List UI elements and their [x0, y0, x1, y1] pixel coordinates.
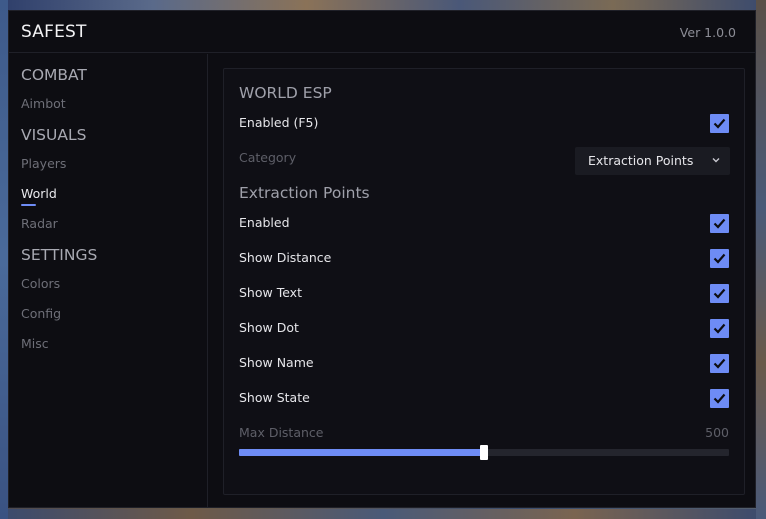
max-distance-label: Max Distance: [239, 425, 324, 440]
check-icon: [713, 118, 726, 129]
sidebar: COMBAT Aimbot VISUALS Players World Rada…: [9, 54, 208, 508]
app-title: SAFEST: [21, 22, 87, 42]
menu-window: SAFEST Ver 1.0.0 COMBAT Aimbot VISUALS P…: [8, 10, 756, 508]
max-distance-value: 500: [705, 425, 729, 440]
section-title-visuals: VISUALS: [21, 126, 87, 144]
show-name-checkbox[interactable]: [710, 354, 729, 373]
check-icon: [713, 218, 726, 229]
slider-handle[interactable]: [480, 445, 488, 460]
sidebar-item-aimbot[interactable]: Aimbot: [21, 96, 66, 111]
show-dot-checkbox[interactable]: [710, 319, 729, 338]
background-image: [0, 509, 766, 519]
world-esp-panel: WORLD ESP Enabled (F5) Category Extracti…: [223, 68, 745, 495]
sidebar-item-world[interactable]: World: [21, 186, 57, 201]
check-icon: [713, 288, 726, 299]
option-label: Show Name: [239, 355, 314, 370]
max-distance-slider[interactable]: [239, 445, 729, 460]
background-image: [0, 0, 8, 519]
enabled-f5-label: Enabled (F5): [239, 115, 319, 130]
sidebar-item-colors[interactable]: Colors: [21, 276, 60, 291]
check-icon: [713, 393, 726, 404]
extraction-points-heading: Extraction Points: [239, 184, 370, 202]
show-state-checkbox[interactable]: [710, 389, 729, 408]
enabled-checkbox[interactable]: [710, 214, 729, 233]
version-label: Ver 1.0.0: [679, 25, 736, 40]
category-label: Category: [239, 150, 297, 165]
category-select[interactable]: Extraction Points: [575, 147, 730, 175]
sidebar-item-misc[interactable]: Misc: [21, 336, 49, 351]
sidebar-item-players[interactable]: Players: [21, 156, 66, 171]
show-distance-checkbox[interactable]: [710, 249, 729, 268]
sidebar-item-config[interactable]: Config: [21, 306, 61, 321]
section-title-combat: COMBAT: [21, 66, 87, 84]
option-label: Enabled: [239, 215, 290, 230]
section-title-settings: SETTINGS: [21, 246, 98, 264]
sidebar-item-radar[interactable]: Radar: [21, 216, 58, 231]
title-bar[interactable]: SAFEST Ver 1.0.0: [9, 11, 755, 53]
option-label: Show Dot: [239, 320, 299, 335]
check-icon: [713, 358, 726, 369]
category-select-value: Extraction Points: [588, 153, 694, 168]
active-tab-indicator: [21, 204, 36, 206]
show-text-checkbox[interactable]: [710, 284, 729, 303]
option-label: Show Distance: [239, 250, 332, 265]
chevron-down-icon: [712, 158, 720, 163]
enabled-f5-checkbox[interactable]: [710, 114, 729, 133]
background-image: [756, 0, 766, 519]
option-label: Show Text: [239, 285, 302, 300]
option-label: Show State: [239, 390, 310, 405]
background-image: [0, 0, 766, 10]
check-icon: [713, 323, 726, 334]
check-icon: [713, 253, 726, 264]
panel-heading: WORLD ESP: [239, 84, 332, 102]
slider-fill: [239, 449, 484, 456]
